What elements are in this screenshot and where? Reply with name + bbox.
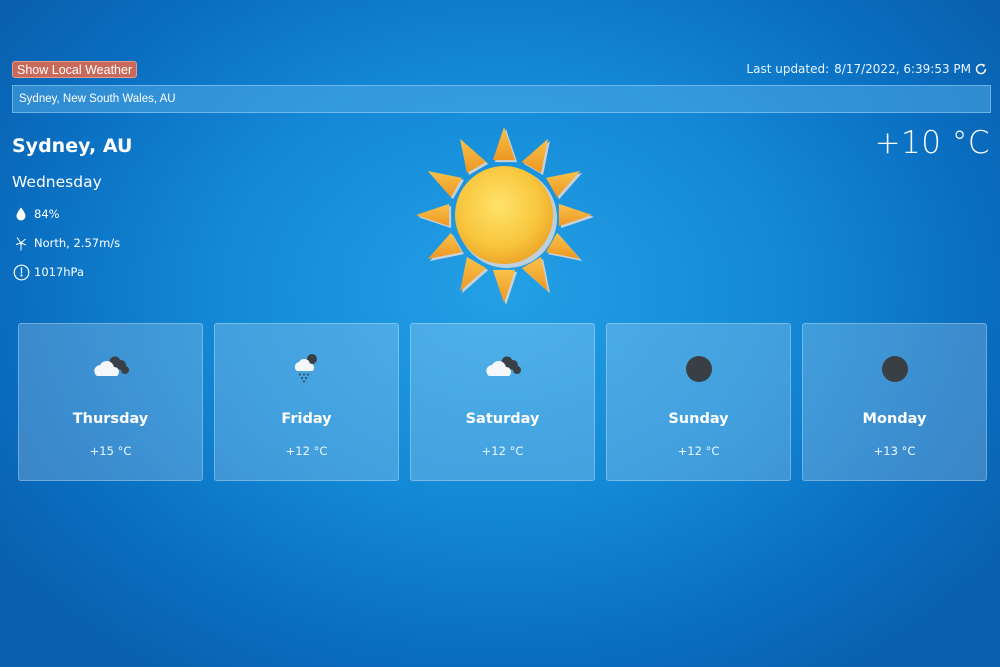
current-temperature: +10 °C	[874, 125, 990, 161]
forecast-card-sunday[interactable]: Sunday +12 °C	[606, 323, 791, 481]
wind-value: North, 2.57m/s	[34, 236, 121, 250]
dark-circle-icon	[677, 350, 721, 386]
forecast-day: Saturday	[465, 411, 540, 427]
pressure-gauge-icon	[12, 263, 30, 281]
forecast-card-monday[interactable]: Monday +13 °C	[802, 323, 987, 481]
forecast-card-saturday[interactable]: Saturday +12 °C	[410, 323, 595, 481]
location-search-input[interactable]	[12, 85, 991, 113]
sun-ray	[427, 171, 463, 198]
humidity-value: 84%	[34, 207, 60, 221]
city-name: Sydney, AU	[12, 135, 133, 157]
refresh-icon[interactable]	[974, 62, 988, 76]
dark-circle-icon	[873, 350, 917, 386]
wind-row: North, 2.57m/s	[12, 234, 120, 252]
forecast-card-thursday[interactable]: Thursday +15 °C	[18, 323, 203, 481]
current-day: Wednesday	[12, 173, 102, 191]
pressure-value: 1017hPa	[34, 265, 85, 279]
forecast-temp: +12 °C	[677, 444, 720, 458]
forecast-temp: +12 °C	[285, 444, 328, 458]
partly-cloudy-icon	[481, 350, 525, 386]
forecast-card-friday[interactable]: Friday +12 °C	[214, 323, 399, 481]
humidity-row: 84%	[12, 205, 60, 223]
forecast-temp: +15 °C	[89, 444, 132, 458]
last-updated-value: 8/17/2022, 6:39:53 PM	[834, 62, 971, 76]
pressure-row: 1017hPa	[12, 263, 84, 281]
forecast-temp: +12 °C	[481, 444, 524, 458]
rain-cloud-icon	[285, 350, 329, 386]
forecast-list: Thursday +15 °C Friday +12 °C Saturday +…	[18, 323, 987, 481]
sun-ray	[492, 127, 516, 161]
partly-cloudy-icon	[89, 350, 133, 386]
forecast-day: Thursday	[72, 411, 149, 427]
wind-icon	[12, 234, 30, 252]
sun-icon	[414, 125, 596, 307]
forecast-temp: +13 °C	[873, 444, 916, 458]
forecast-day: Sunday	[668, 411, 729, 427]
last-updated: Last updated: 8/17/2022, 6:39:53 PM	[746, 60, 988, 78]
sun-ray	[416, 203, 450, 227]
last-updated-label: Last updated:	[746, 62, 830, 76]
forecast-day: Monday	[862, 411, 927, 427]
sun-ray	[460, 138, 487, 174]
show-local-weather-button[interactable]: Show Local Weather	[12, 61, 138, 78]
droplet-icon	[12, 205, 30, 223]
forecast-day: Friday	[281, 411, 332, 427]
